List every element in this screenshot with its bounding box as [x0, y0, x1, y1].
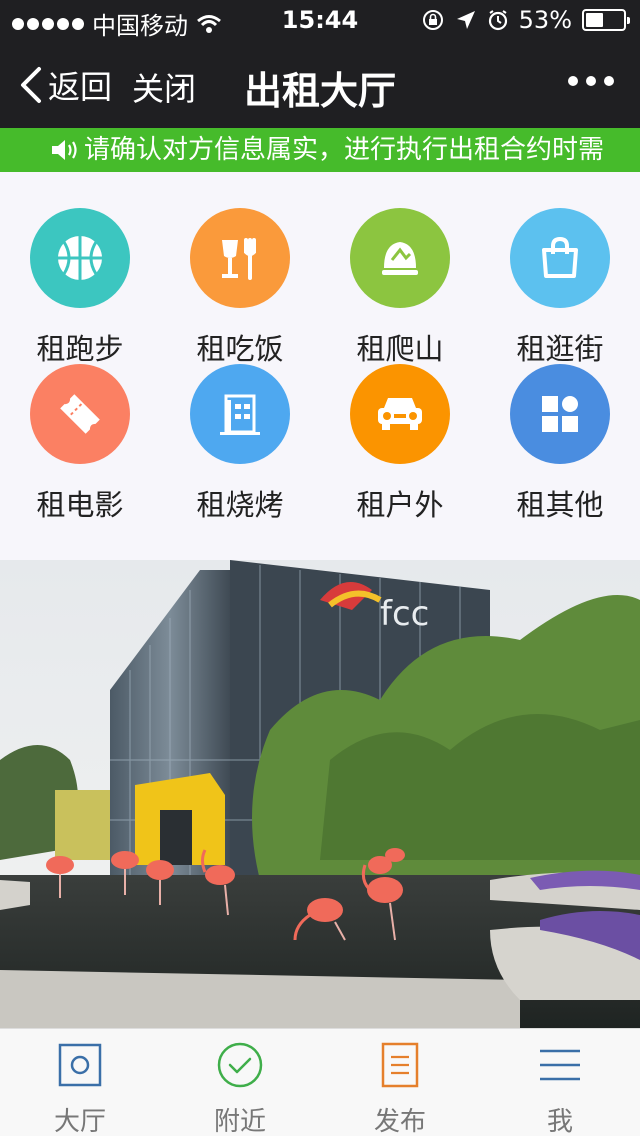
category-shop-circle: [510, 208, 610, 308]
category-hike-circle: [350, 208, 450, 308]
category-other-circle: [510, 364, 610, 464]
category-dine-label: 租吃饭: [196, 332, 284, 366]
location-arrow-icon: [456, 11, 475, 29]
category-dine[interactable]: 租吃饭: [160, 208, 320, 366]
document-icon: [381, 1042, 419, 1088]
category-movie-label: 租电影: [36, 488, 124, 522]
category-outdoor-circle: [350, 364, 450, 464]
category-dine-circle: [190, 208, 290, 308]
tab-publish[interactable]: 发布: [320, 1029, 480, 1136]
category-movie[interactable]: 租电影: [0, 364, 160, 522]
shopping-bag-icon: [542, 236, 578, 278]
banner-sign-text: fcc: [380, 594, 429, 634]
alarm-icon: [488, 10, 507, 31]
category-shop[interactable]: 租逛街: [480, 208, 640, 366]
tab-nearby[interactable]: 附近: [160, 1029, 320, 1136]
more-button[interactable]: [568, 76, 614, 86]
tab-publish-label: 发布: [373, 1107, 426, 1136]
category-bbq-circle: [190, 364, 290, 464]
utensils-icon: [222, 238, 256, 280]
tab-me-label: 我: [546, 1107, 573, 1136]
category-hike-label: 租爬山: [356, 332, 444, 366]
notice-text: 请确认对方信息属实，进行执行出租合约时需: [84, 135, 605, 165]
banner-illustration: fcc: [0, 560, 640, 1028]
category-run-label: 租跑步: [36, 332, 124, 366]
tab-hall-label: 大厅: [53, 1107, 106, 1136]
category-run-circle: [30, 208, 130, 308]
car-icon: [378, 398, 422, 430]
banner-image[interactable]: fcc: [0, 560, 640, 1028]
grid-icon: [542, 396, 578, 432]
mountain-icon: [382, 242, 418, 275]
page-title: 出租大厅: [243, 69, 396, 113]
status-bar: 中国移动 15:44 53%: [0, 0, 640, 40]
menu-icon: [540, 1049, 580, 1081]
check-circle-icon: [217, 1042, 263, 1088]
speaker-icon: [52, 140, 77, 160]
category-hike[interactable]: 租爬山: [320, 208, 480, 366]
category-shop-label: 租逛街: [516, 332, 604, 366]
category-bbq[interactable]: 租烧烤: [160, 364, 320, 522]
category-movie-circle: [30, 364, 130, 464]
basketball-icon: [58, 236, 102, 280]
category-bbq-label: 租烧烤: [196, 488, 284, 522]
building-icon: [220, 394, 260, 435]
notice-bar: 请确认对方信息属实，进行执行出租合约时需: [0, 128, 640, 172]
rotation-lock-icon: [422, 10, 443, 30]
status-right: 53%: [421, 6, 630, 34]
tab-hall[interactable]: 大厅: [0, 1029, 160, 1136]
category-other-label: 租其他: [516, 488, 604, 522]
category-outdoor-label: 租户外: [356, 488, 444, 522]
battery-icon: [582, 9, 630, 31]
tab-bar: 大厅 附近 发布 我: [0, 1028, 640, 1136]
category-outdoor[interactable]: 租户外: [320, 364, 480, 522]
category-other[interactable]: 租其他: [480, 364, 640, 522]
category-run[interactable]: 租跑步: [0, 208, 160, 366]
ticket-icon: [60, 394, 100, 434]
battery-percent: 53%: [518, 6, 572, 34]
tab-me[interactable]: 我: [480, 1029, 640, 1136]
category-grid: 租跑步 租吃饭 租爬山 租逛街 租电影 租烧烤 租户外 租其他: [0, 172, 640, 560]
hall-icon: [58, 1043, 102, 1087]
tab-nearby-label: 附近: [213, 1107, 266, 1136]
nav-bar: 返回 关闭 出租大厅: [0, 40, 640, 128]
